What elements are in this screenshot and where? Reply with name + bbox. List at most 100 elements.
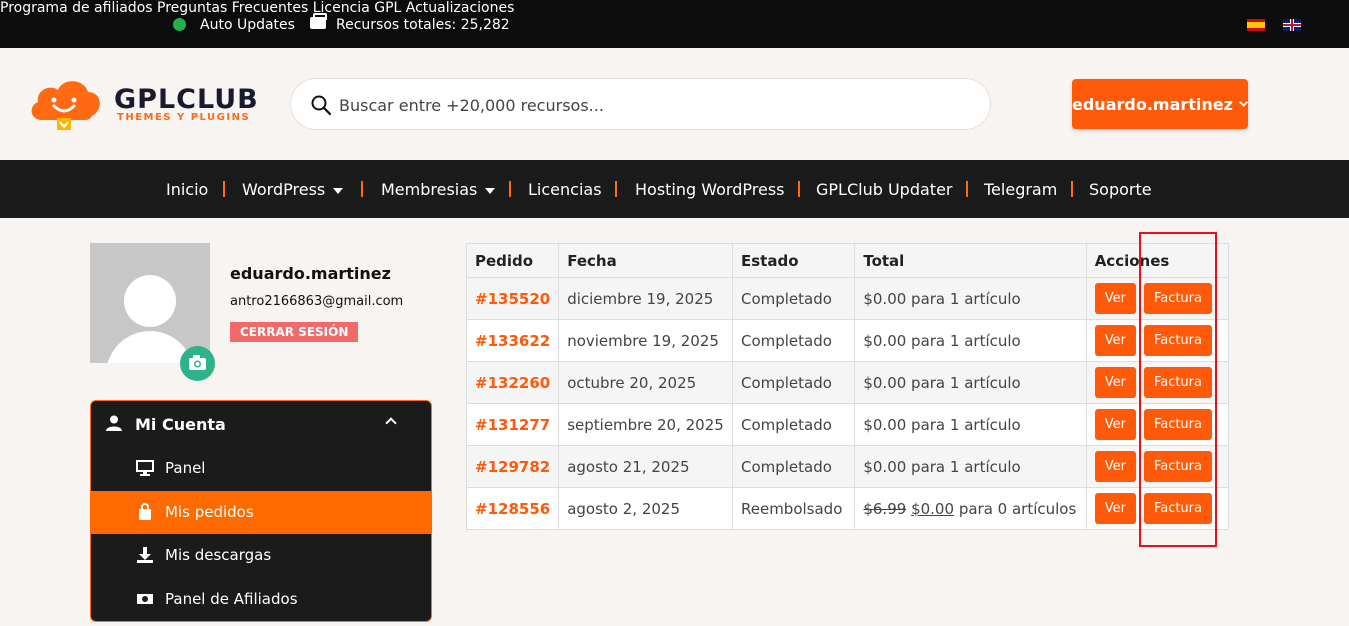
invoice-button[interactable]: Factura (1143, 325, 1212, 356)
invoice-button[interactable]: Factura (1143, 283, 1212, 314)
sidebar-item-label: Panel (165, 459, 206, 477)
nav-separator (615, 181, 617, 197)
column-header-fecha: Fecha (558, 243, 733, 278)
logo-subtitle: THEMES Y PLUGINS (117, 112, 251, 123)
view-button[interactable]: Ver (1094, 493, 1136, 524)
order-total-rest: para 0 artículos (958, 499, 1077, 518)
link-updates[interactable]: Actualizaciones (406, 0, 515, 16)
table-row: #133622 noviembre 19, 2025 Completado $0… (465, 319, 1230, 362)
invoice-button[interactable]: Factura (1143, 451, 1212, 482)
link-faq[interactable]: Preguntas Frecuentes (157, 0, 308, 16)
order-total: $0.00 para 1 artículo (854, 361, 1087, 404)
search-icon (311, 95, 331, 115)
account-menu: Mi Cuenta Panel Mis pedidos Mis descarga… (90, 400, 432, 622)
order-number-link[interactable]: #135520 (465, 277, 560, 320)
table-row: #128556 agosto 2, 2025 Reembolsado $6.99… (465, 487, 1230, 530)
invoice-button[interactable]: Factura (1143, 409, 1212, 440)
sidebar-item-panel-de-afiliados[interactable]: Panel de Afiliados (91, 578, 431, 621)
status-dot-icon (173, 18, 186, 31)
table-row: #135520 diciembre 19, 2025 Completado $0… (465, 277, 1230, 320)
order-actions: Ver Factura (1085, 277, 1230, 320)
link-affiliate-program[interactable]: Programa de afiliados (0, 0, 153, 16)
monitor-icon (136, 460, 154, 476)
order-actions: Ver Factura (1085, 445, 1230, 488)
order-status: Reembolsado (731, 487, 856, 530)
order-total: $0.00 para 1 artículo (854, 445, 1087, 488)
table-row: #131277 septiembre 20, 2025 Completado $… (465, 403, 1230, 446)
invoice-button[interactable]: Factura (1143, 367, 1212, 398)
order-date: agosto 2, 2025 (558, 487, 733, 530)
search-bar (290, 78, 991, 130)
view-button[interactable]: Ver (1094, 451, 1136, 482)
money-icon (137, 594, 153, 604)
order-number-link[interactable]: #128556 (465, 487, 560, 530)
sidebar-item-mis-pedidos[interactable]: Mis pedidos (91, 491, 431, 534)
sidebar-item-label: Mis descargas (165, 546, 272, 564)
sidebar-item-panel[interactable]: Panel (91, 447, 431, 490)
order-actions: Ver Factura (1085, 403, 1230, 446)
nav-hosting-wordpress[interactable]: Hosting WordPress (635, 180, 785, 199)
nav-licencias[interactable]: Licencias (528, 180, 602, 199)
table-header-row: Pedido Fecha Estado Total Acciones (465, 243, 1230, 278)
cloud-logo-icon (31, 81, 100, 130)
sidebar-item-label: Panel de Afiliados (165, 590, 298, 608)
nav-separator (966, 181, 968, 197)
nav-wordpress[interactable]: WordPress (242, 180, 344, 199)
sidebar-item-mis-descargas[interactable]: Mis descargas (91, 534, 431, 577)
view-button[interactable]: Ver (1094, 409, 1136, 440)
order-total: $6.99 $0.00 para 0 artículos (854, 487, 1087, 530)
account-menu-title: Mi Cuenta (135, 415, 226, 434)
user-menu-label: eduardo.martinez (1072, 94, 1233, 114)
order-number-link[interactable]: #132260 (465, 361, 560, 404)
chevron-up-icon (385, 417, 397, 429)
refunded-price: $0.00 (911, 499, 955, 518)
nav-inicio[interactable]: Inicio (166, 180, 208, 199)
column-header-total: Total (854, 243, 1087, 278)
order-number-link[interactable]: #133622 (465, 319, 560, 362)
order-date: septiembre 20, 2025 (558, 403, 733, 446)
logout-button[interactable]: CERRAR SESIÓN (230, 322, 359, 342)
spanish-flag-icon[interactable] (1247, 19, 1265, 31)
view-button[interactable]: Ver (1094, 367, 1136, 398)
top-bar: Auto Updates Recursos totales: 25,282 Pr… (0, 0, 1349, 48)
nav-separator (1071, 181, 1073, 197)
nav-membresias[interactable]: Membresias (381, 180, 496, 199)
site-logo[interactable]: GPLCLUB THEMES Y PLUGINS (26, 74, 266, 136)
view-button[interactable]: Ver (1094, 325, 1136, 356)
camera-icon[interactable] (180, 346, 215, 381)
download-icon (137, 547, 153, 563)
order-date: noviembre 19, 2025 (558, 319, 733, 362)
english-flag-icon[interactable] (1283, 19, 1301, 31)
nav-separator (361, 181, 363, 197)
nav-telegram[interactable]: Telegram (984, 180, 1057, 199)
caret-down-icon (485, 187, 496, 194)
order-actions: Ver Factura (1085, 361, 1230, 404)
nav-separator (798, 181, 800, 197)
table-row: #129782 agosto 21, 2025 Completado $0.00… (465, 445, 1230, 488)
account-menu-header[interactable]: Mi Cuenta (91, 401, 431, 447)
shopping-bag-icon (139, 503, 151, 520)
profile-email: antro2166863@gmail.com (230, 294, 404, 309)
order-number-link[interactable]: #129782 (465, 445, 560, 488)
order-status: Completado (731, 445, 856, 488)
search-input[interactable] (339, 92, 959, 118)
user-menu-button[interactable]: eduardo.martinez (1072, 79, 1248, 129)
order-number-link[interactable]: #131277 (465, 403, 560, 446)
order-status: Completado (731, 319, 856, 362)
nav-separator (509, 181, 511, 197)
avatar (90, 243, 210, 363)
order-actions: Ver Factura (1085, 487, 1230, 530)
avatar-head (124, 275, 176, 327)
column-header-pedido: Pedido (465, 243, 560, 278)
nav-wordpress-label: WordPress (242, 180, 326, 199)
order-date: diciembre 19, 2025 (558, 277, 733, 320)
nav-gplclub-updater[interactable]: GPLClub Updater (816, 180, 952, 199)
view-button[interactable]: Ver (1094, 283, 1136, 314)
nav-separator (223, 181, 225, 197)
caret-down-icon (333, 187, 344, 194)
invoice-button[interactable]: Factura (1143, 493, 1212, 524)
sidebar-item-label: Mis pedidos (165, 503, 254, 521)
order-total: $0.00 para 1 artículo (854, 403, 1087, 446)
box-icon (310, 13, 327, 29)
nav-soporte[interactable]: Soporte (1089, 180, 1152, 199)
